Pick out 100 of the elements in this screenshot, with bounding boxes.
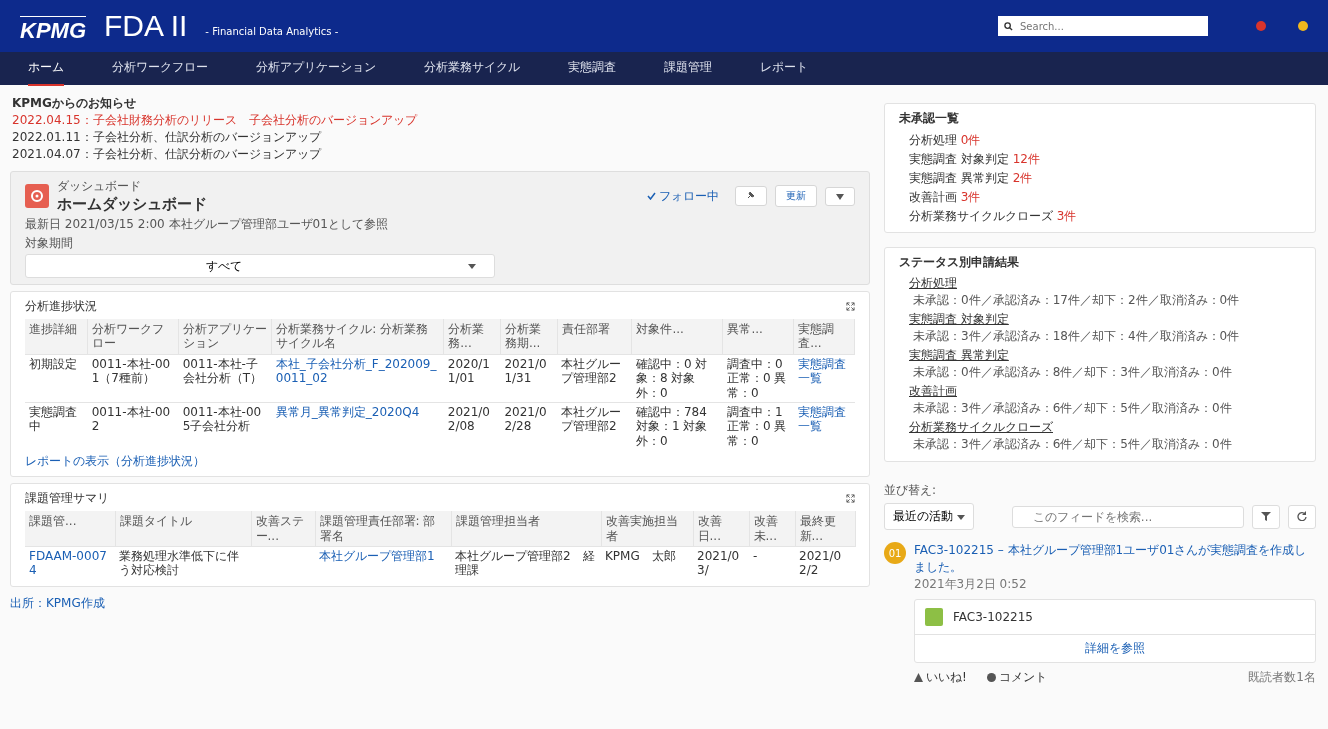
card-title: ステータス別申請結果 xyxy=(899,254,1020,271)
table-link[interactable]: 実態調査一覧 xyxy=(797,404,851,434)
status-detail: 未承認：0件／承認済み：8件／却下：3件／取消済み：0件 xyxy=(913,364,1233,381)
like-icon xyxy=(914,673,923,682)
table-cell: 2021/02/28 xyxy=(500,402,558,451)
card-title: 未承認一覧 xyxy=(899,110,960,127)
table-cell: 2021/03/ xyxy=(693,546,749,580)
table-cell: 確認中：0 対象：8 対象外：0 xyxy=(631,354,723,403)
column-header[interactable]: 分析業務期... xyxy=(500,319,558,355)
pin-icon xyxy=(746,190,756,200)
table-link[interactable]: FDAAM-00074 xyxy=(29,548,111,578)
comment-icon xyxy=(986,673,996,682)
nav-tab[interactable]: ホーム xyxy=(28,51,64,86)
column-header[interactable]: 実態調査... xyxy=(793,319,855,355)
record-name: FAC3-102215 xyxy=(953,610,1033,624)
notice-item: 2022.01.11：子会社分析、仕訳分析のバージョンアップ xyxy=(12,129,323,146)
table-link[interactable]: 異常月_異常判定_2020Q4 xyxy=(275,404,440,420)
post-text[interactable]: FAC3-102215 – 本社グループ管理部1ユーザ01さんが実態調査を作成しました。 xyxy=(914,542,1316,576)
column-header[interactable]: 課題管... xyxy=(25,511,115,547)
status-link[interactable]: 分析業務サイクルクローズ xyxy=(909,419,1053,436)
pending-item: 分析業務サイクルクローズ 3件 xyxy=(908,208,1078,225)
notification-icon[interactable] xyxy=(1256,21,1266,31)
caret-icon xyxy=(468,263,476,269)
status-detail: 未承認：3件／承認済み：6件／却下：5件／取消済み：0件 xyxy=(913,400,1233,417)
report-link[interactable]: レポートの表示（分析進捗状況） xyxy=(25,453,205,471)
table-cell: 2021/02/08 xyxy=(443,402,501,451)
app-title: FDA II xyxy=(104,9,188,43)
table-cell: 0011-本社-001（7種前） xyxy=(87,354,179,403)
user-avatar[interactable] xyxy=(1298,21,1308,31)
card-title: 分析進捗状況 xyxy=(25,298,97,315)
period-dropdown[interactable]: すべて xyxy=(25,254,495,278)
column-header[interactable]: 改善ステー... xyxy=(251,511,315,547)
column-header[interactable]: 課題管理責任部署: 部署名 xyxy=(315,511,451,547)
search-field[interactable]: Search... xyxy=(998,16,1208,36)
more-button[interactable] xyxy=(825,186,855,206)
column-header[interactable]: 分析業務... xyxy=(443,319,501,355)
nav-tab[interactable]: 課題管理 xyxy=(664,51,712,86)
column-header[interactable]: 課題管理担当者 xyxy=(451,511,601,547)
caret-icon xyxy=(956,515,965,520)
pending-item: 分析処理 0件 xyxy=(908,132,982,149)
column-header[interactable]: 分析アプリケーション xyxy=(178,319,272,355)
details-link[interactable]: 詳細を参照 xyxy=(915,635,1315,662)
dashboard-title: ホームダッシュボード xyxy=(57,195,207,214)
expand-icon[interactable] xyxy=(846,494,855,504)
nav-tab[interactable]: レポート xyxy=(760,51,808,86)
refresh-button[interactable]: 更新 xyxy=(775,185,817,207)
status-detail: 未承認：3件／承認済み：6件／却下：5件／取消済み：0件 xyxy=(913,436,1233,453)
nav-tab[interactable]: 分析業務サイクル xyxy=(424,51,520,86)
column-header[interactable]: 対象件... xyxy=(631,319,723,355)
table-cell: 本社グループ管理部2 経理課 xyxy=(451,546,601,580)
refresh-icon xyxy=(1297,510,1307,521)
caret-icon xyxy=(836,193,844,200)
like-button[interactable]: いいね! xyxy=(914,669,967,686)
column-header[interactable]: 分析ワークフロー xyxy=(87,319,179,355)
table-cell: 2021/02/2 xyxy=(795,546,855,580)
column-header[interactable]: 改善実施担当者 xyxy=(601,511,693,547)
app-subtitle: - Financial Data Analytics - xyxy=(205,25,339,37)
nav-tab[interactable]: 分析アプリケーション xyxy=(256,51,376,86)
column-header[interactable]: 責任部署 xyxy=(557,319,632,355)
sort-dropdown[interactable]: 最近の活動 xyxy=(884,503,974,530)
column-header[interactable]: 異常... xyxy=(722,319,794,355)
column-header[interactable]: 改善未... xyxy=(749,511,795,547)
post-date: 2021年3月2日 0:52 xyxy=(914,576,1028,593)
user-avatar: 01 xyxy=(884,542,906,564)
card-title: 課題管理サマリ xyxy=(25,490,109,508)
pending-item: 実態調査 異常判定 2件 xyxy=(908,170,1034,187)
filter-label: 対象期間 xyxy=(25,235,74,252)
feed-search-field[interactable]: このフィードを検索... xyxy=(1011,505,1244,528)
record-icon xyxy=(925,608,943,626)
comment-button[interactable]: コメント xyxy=(986,669,1047,686)
filter-button[interactable] xyxy=(1252,504,1280,529)
status-link[interactable]: 分析処理 xyxy=(909,275,957,292)
dashboard-kicker: ダッシュボード xyxy=(57,178,142,195)
expand-icon[interactable] xyxy=(846,302,855,311)
dashboard-icon xyxy=(25,184,49,208)
table-cell: 0011-本社-002 xyxy=(87,402,179,451)
filter-icon xyxy=(1261,511,1271,521)
column-header[interactable]: 最終更新... xyxy=(795,511,855,547)
table-cell: 初期設定 xyxy=(25,354,88,403)
status-link[interactable]: 実態調査 異常判定 xyxy=(909,347,1009,364)
table-link[interactable]: 本社グループ管理部1 xyxy=(319,548,447,564)
table-link[interactable]: 実態調査一覧 xyxy=(797,356,851,386)
table-cell: 本社グループ管理部2 xyxy=(557,354,632,403)
status-link[interactable]: 改善計画 xyxy=(909,383,957,400)
refresh-button[interactable] xyxy=(1288,504,1316,529)
nav-tab[interactable]: 実態調査 xyxy=(568,51,616,86)
follow-status[interactable]: フォロー中 xyxy=(647,187,719,205)
source-caption: 出所：KPMG作成 xyxy=(10,594,106,612)
column-header[interactable]: 分析業務サイクル: 分析業務サイクル名 xyxy=(271,319,444,355)
nav-tab[interactable]: 分析ワークフロー xyxy=(112,51,208,86)
sort-label: 並び替え: xyxy=(884,483,937,497)
table-link[interactable]: 本社_子会社分析_F_202009_0011_02 xyxy=(275,356,440,386)
share-button[interactable] xyxy=(735,186,767,206)
table-cell: 0011-本社-005子会社分析 xyxy=(178,402,272,451)
table-cell: 業務処理水準低下に伴う対応検討 xyxy=(115,546,251,580)
column-header[interactable]: 課題タイトル xyxy=(115,511,251,547)
column-header[interactable]: 進捗詳細 xyxy=(25,319,88,355)
column-header[interactable]: 改善日... xyxy=(693,511,749,547)
table-cell: 調査中：1 正常：0 異常：0 xyxy=(722,402,794,451)
status-link[interactable]: 実態調査 対象判定 xyxy=(909,311,1009,328)
